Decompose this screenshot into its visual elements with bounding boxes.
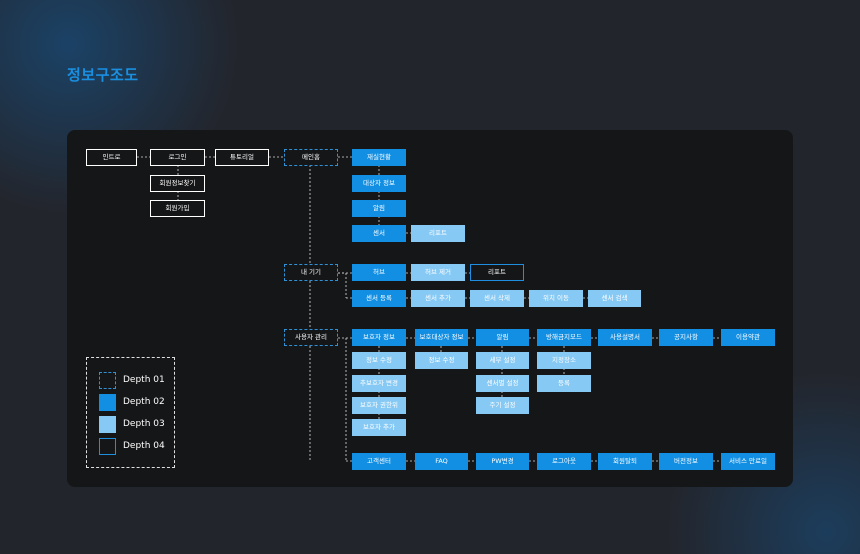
node-info-edit-2: 정보 수정: [415, 352, 468, 369]
node-notice: 공지사항: [659, 329, 713, 346]
node-intro: 인트로: [86, 149, 137, 166]
node-hub: 허브: [352, 264, 406, 281]
node-location-move: 위치 이동: [529, 290, 583, 307]
node-register: 등록: [537, 375, 591, 392]
node-terms: 이용약관: [721, 329, 775, 346]
node-detail-setting: 세부 설정: [476, 352, 529, 369]
node-hub-remove: 허브 제거: [411, 264, 465, 281]
node-support: 고객센터: [352, 453, 406, 470]
node-main-home: 메인홈: [284, 149, 338, 166]
node-security-mode: 방해금지모드: [537, 329, 591, 346]
node-guardian-info: 보호자 정보: [352, 329, 406, 346]
legend-label: Depth 02: [123, 397, 165, 407]
legend-label: Depth 04: [123, 441, 165, 451]
legend-label: Depth 01: [123, 375, 165, 385]
node-user-manage: 사용자 관리: [284, 329, 338, 346]
legend: Depth 01 Depth 02 Depth 03 Depth 04: [86, 357, 175, 468]
legend-swatch-depth-04: [99, 438, 116, 455]
node-sensor-main: 센서: [352, 225, 406, 242]
node-alarm-user: 알림: [476, 329, 529, 346]
node-find-info: 회원정보찾기: [150, 175, 205, 192]
legend-swatch-depth-03: [99, 416, 116, 433]
node-guardian-add: 보호자 추가: [352, 419, 406, 436]
node-sensor-search: 센서 검색: [588, 290, 641, 307]
node-target-info: 대상자 정보: [352, 175, 406, 192]
node-login: 로그인: [150, 149, 205, 166]
node-logout: 로그아웃: [537, 453, 591, 470]
node-my-devices: 내 기기: [284, 264, 338, 281]
node-add-guardian-edit: 추보호자 변경: [352, 375, 406, 392]
node-alarm-main: 알림: [352, 200, 406, 217]
node-sensor-setting: 센서별 설정: [476, 375, 529, 392]
legend-swatch-depth-01: [99, 372, 116, 389]
node-sensor-register: 센서 등록: [352, 290, 406, 307]
node-cycle-setting: 주기 설정: [476, 397, 529, 414]
node-withdraw: 회원탈퇴: [598, 453, 652, 470]
node-pw-change: PW변경: [476, 453, 529, 470]
node-faq: FAQ: [415, 453, 468, 470]
node-protected-info: 보호대상자 정보: [415, 329, 468, 346]
node-guardian-permission: 보호자 권한위: [352, 397, 406, 414]
node-signup: 회원가입: [150, 200, 205, 217]
node-tutorial: 튜토리얼: [215, 149, 269, 166]
legend-label: Depth 03: [123, 419, 165, 429]
legend-swatch-depth-02: [99, 394, 116, 411]
node-sensor-add: 센서 추가: [411, 290, 465, 307]
node-info-edit-1: 정보 수정: [352, 352, 406, 369]
node-report-main: 리포트: [411, 225, 465, 242]
node-report-devices: 리포트: [470, 264, 524, 281]
node-manual: 사용설명서: [598, 329, 652, 346]
node-service-end: 서비스 만료일: [721, 453, 775, 470]
node-designated-place: 지정장소: [537, 352, 591, 369]
node-version: 버전정보: [659, 453, 713, 470]
node-sensor-delete: 센서 삭제: [470, 290, 524, 307]
node-meal-status: 재실현황: [352, 149, 406, 166]
